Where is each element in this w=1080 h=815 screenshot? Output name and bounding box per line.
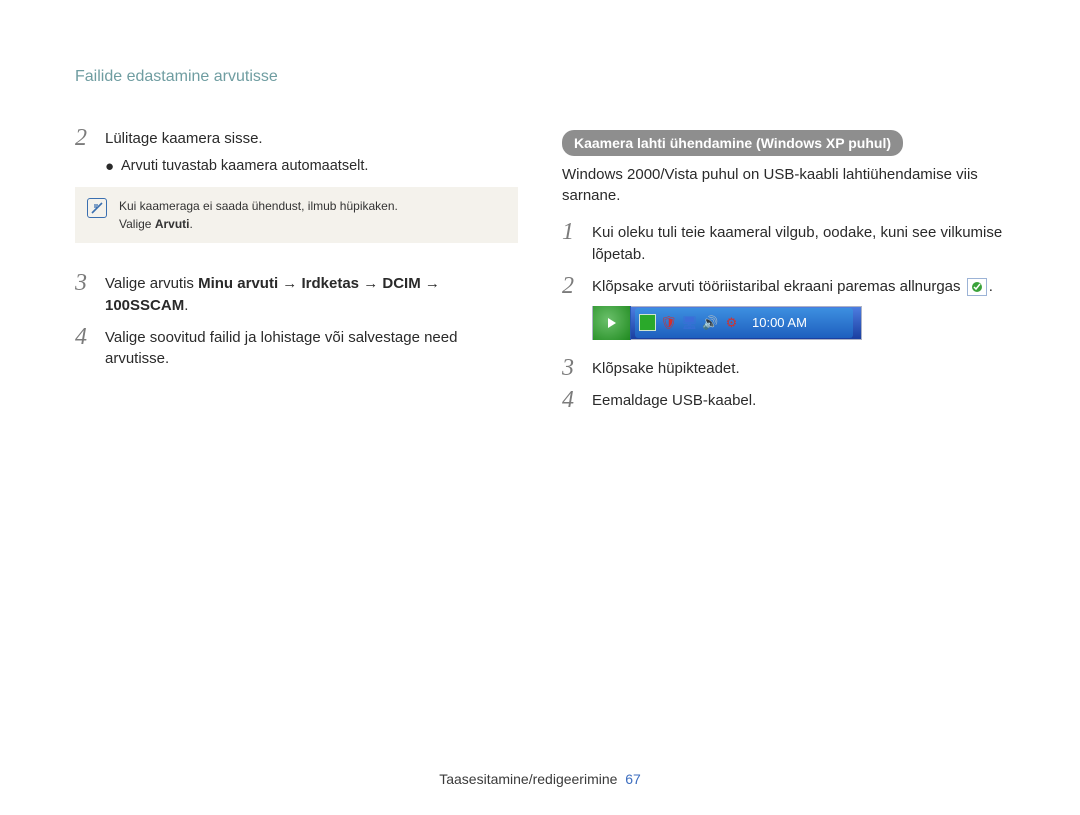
arrow-right-icon: → <box>425 273 440 295</box>
right-step-3: 3 Klõpsake hüpikteadet. <box>562 356 1005 380</box>
step3-p4: 100SSCAM <box>105 297 184 314</box>
note-box: Kui kaameraga ei saada ühendust, ilmub h… <box>75 187 518 243</box>
page-footer: Taasesitamine/redigeerimine 67 <box>0 771 1080 787</box>
tray-shield-icon: 🛡 <box>660 314 677 331</box>
system-tray: 🛡 🖥 🔊 ⚙ 10:00 AM <box>635 308 853 338</box>
tray-clock: 10:00 AM <box>752 315 807 330</box>
step2-text-b: . <box>989 278 993 295</box>
step-number: 2 <box>562 274 592 298</box>
right-step-1: 1 Kui oleku tuli teie kaameral vilgub, o… <box>562 220 1005 266</box>
right-step-4: 4 Eemaldage USB-kaabel. <box>562 388 1005 412</box>
step3-p2: Irdketas <box>301 275 359 292</box>
right-column: Kaamera lahti ühendamine (Windows XP puh… <box>562 68 1005 420</box>
step-text: Valige soovitud failid ja lohistage või … <box>105 325 518 371</box>
step-text: Valige arvutis Minu arvuti → Irdketas → … <box>105 271 518 317</box>
taskbar: 🛡 🖥 🔊 ⚙ 10:00 AM <box>592 306 862 340</box>
left-step-4: 4 Valige soovitud failid ja lohistage võ… <box>75 325 518 371</box>
tray-volume-icon: 🔊 <box>702 314 719 331</box>
step3-p3: DCIM <box>382 275 420 292</box>
note-icon <box>87 198 107 218</box>
arrow-right-icon: → <box>363 273 378 295</box>
step-text: Lülitage kaamera sisse. <box>105 126 263 150</box>
note-line-2-prefix: Valige <box>119 217 155 231</box>
step-text: Kui oleku tuli teie kaameral vilgub, ood… <box>592 220 1005 266</box>
step-number: 3 <box>562 356 592 380</box>
bullet-text: Arvuti tuvastab kaamera automaatselt. <box>121 158 368 174</box>
tray-network-icon: 🖥 <box>681 314 698 331</box>
tray-device-icon: ⚙ <box>723 314 740 331</box>
step-number: 2 <box>75 126 105 150</box>
step3-prefix: Valige arvutis <box>105 275 198 292</box>
page-body: 2 Lülitage kaamera sisse. ● Arvuti tuvas… <box>0 0 1080 420</box>
left-column: 2 Lülitage kaamera sisse. ● Arvuti tuvas… <box>75 68 518 420</box>
start-button-icon <box>593 306 631 340</box>
right-step-2: 2 Klõpsake arvuti tööriistaribal ekraani… <box>562 274 1005 298</box>
step-text: Klõpsake arvuti tööriistaribal ekraani p… <box>592 274 993 298</box>
step-number: 4 <box>562 388 592 412</box>
step-text: Eemaldage USB-kaabel. <box>592 388 756 412</box>
note-line-2-bold: Arvuti <box>155 217 190 231</box>
step-text: Klõpsake hüpikteadet. <box>592 356 740 380</box>
step3-period: . <box>184 297 188 314</box>
left-step-2: 2 Lülitage kaamera sisse. <box>75 126 518 150</box>
right-intro: Windows 2000/Vista puhul on USB-kaabli l… <box>562 162 1005 206</box>
step2-text-a: Klõpsake arvuti tööriistaribal ekraani p… <box>592 278 961 295</box>
tray-safe-remove-icon <box>639 314 656 331</box>
safe-remove-icon <box>967 278 987 296</box>
bullet-dot-icon: ● <box>105 158 121 175</box>
step3-p1: Minu arvuti <box>198 275 278 292</box>
note-line-1: Kui kaameraga ei saada ühendust, ilmub h… <box>119 199 398 213</box>
page-header: Failide edastamine arvutisse <box>75 68 278 86</box>
step-number: 3 <box>75 271 105 295</box>
step-number: 1 <box>562 220 592 244</box>
note-period: . <box>189 217 192 231</box>
note-text: Kui kaameraga ei saada ühendust, ilmub h… <box>119 197 398 233</box>
left-bullet: ● Arvuti tuvastab kaamera automaatselt. <box>105 158 518 175</box>
arrow-right-icon: → <box>282 273 297 295</box>
step-number: 4 <box>75 325 105 349</box>
footer-page-number: 67 <box>625 771 641 787</box>
footer-section: Taasesitamine/redigeerimine <box>439 771 617 787</box>
left-step-3: 3 Valige arvutis Minu arvuti → Irdketas … <box>75 271 518 317</box>
section-pill: Kaamera lahti ühendamine (Windows XP puh… <box>562 130 903 156</box>
